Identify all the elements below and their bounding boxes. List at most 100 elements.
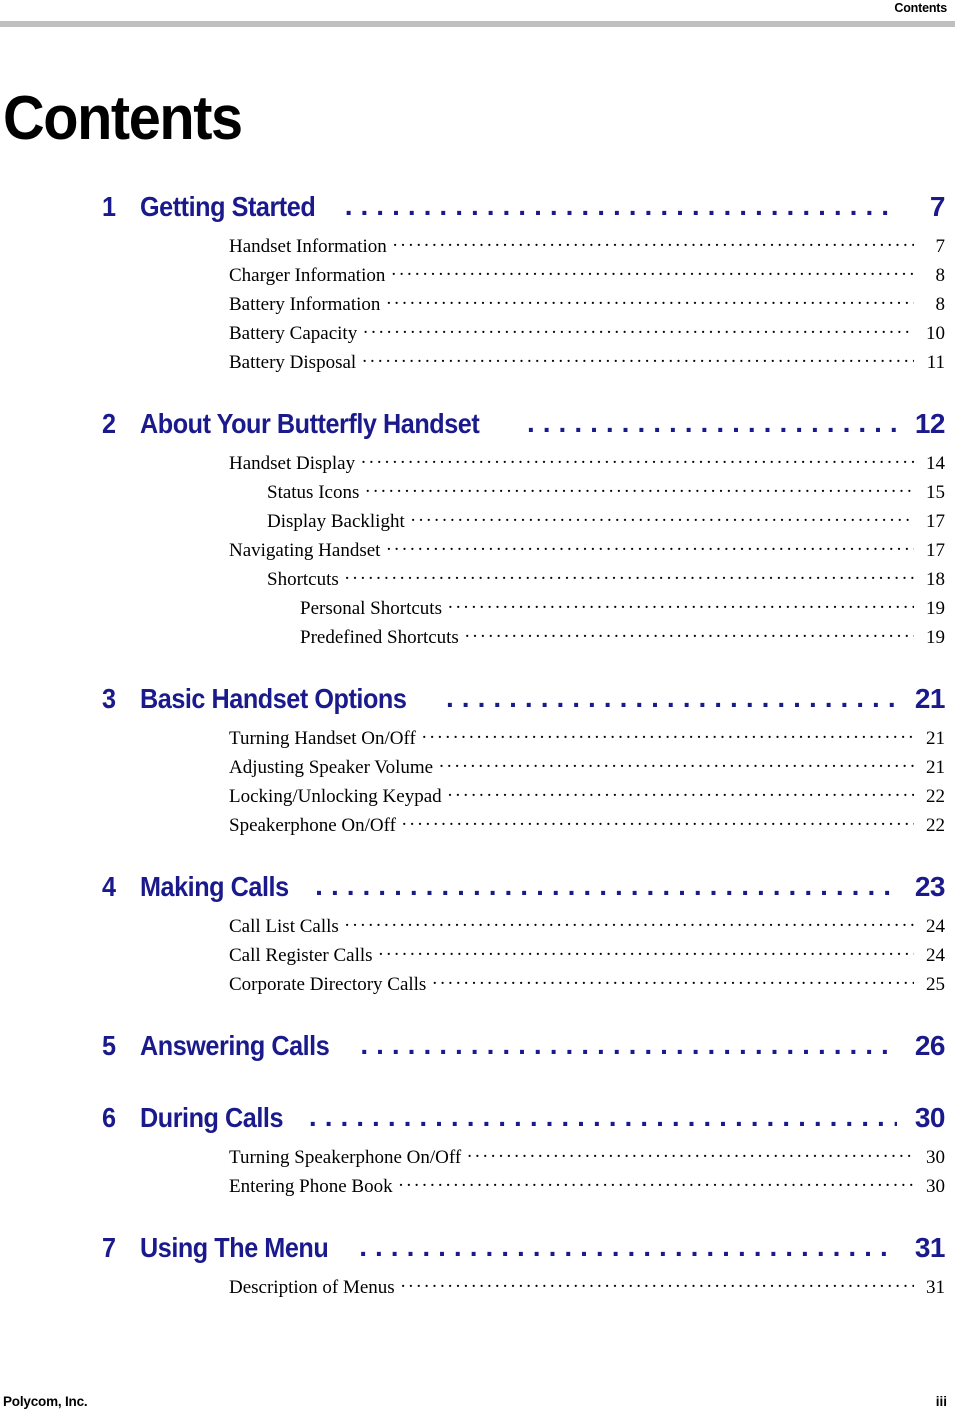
toc-chapter-title: During Calls xyxy=(140,1102,284,1133)
toc-entry-title: Call List Calls xyxy=(229,916,339,937)
toc-entry-row[interactable]: Handset Information 7 xyxy=(0,232,955,261)
toc-entry-title: Status Icons xyxy=(267,482,360,503)
page-title: Contents xyxy=(3,83,243,153)
toc-chapter-number: 7 xyxy=(102,1232,116,1263)
toc-chapter-row[interactable]: 2 About Your Butterfly Handset 12 xyxy=(0,407,955,449)
toc-entry-page-number: 24 xyxy=(926,916,945,937)
toc-entry-row[interactable]: Battery Capacity 10 xyxy=(0,319,955,348)
toc-chapter-block: 2 About Your Butterfly Handset 12 Handset D… xyxy=(0,377,955,652)
toc-chapter-leader-dots xyxy=(446,682,897,708)
toc-chapter-leader-dots xyxy=(345,190,897,216)
toc-entry-page-number: 22 xyxy=(926,786,945,807)
toc-entry-leader-dots xyxy=(386,290,914,310)
toc-entry-leader-dots xyxy=(448,782,914,802)
toc-entry-page-number: 15 xyxy=(926,482,945,503)
toc-chapter-row[interactable]: 5 Answering Calls 26 xyxy=(0,1029,955,1071)
toc-entry-row[interactable]: Battery Disposal 11 xyxy=(0,348,955,377)
toc-chapter-page-number: 30 xyxy=(914,1102,946,1133)
toc-chapter-leader-dots xyxy=(359,1231,897,1257)
toc-chapter-number: 4 xyxy=(102,871,116,902)
toc-entry-title: Personal Shortcuts xyxy=(300,598,442,619)
toc-chapter-title: Answering Calls xyxy=(140,1030,330,1061)
toc-entry-title: Battery Capacity xyxy=(229,323,358,344)
toc-entry-title: Entering Phone Book xyxy=(229,1176,393,1197)
toc-chapter-row[interactable]: 7 Using The Menu 31 xyxy=(0,1231,955,1273)
toc-entry-row[interactable]: Navigating Handset 17 xyxy=(0,536,955,565)
toc-entry-page-number: 8 xyxy=(935,265,946,286)
toc-entry-leader-dots xyxy=(402,811,914,831)
toc-entry-row[interactable]: Speakerphone On/Off 22 xyxy=(0,811,955,840)
toc-chapter-page-number: 23 xyxy=(914,871,946,902)
toc-chapter-page-number: 12 xyxy=(914,408,946,439)
toc-chapter-spacer xyxy=(0,1071,955,1101)
toc-entry-leader-dots xyxy=(391,261,914,281)
toc-entry-row[interactable]: Shortcuts 18 xyxy=(0,565,955,594)
toc-entry-page-number: 21 xyxy=(926,728,945,749)
toc-entry-page-number: 22 xyxy=(926,815,945,836)
toc-entry-page-number: 24 xyxy=(926,945,945,966)
toc-entry-title: Shortcuts xyxy=(267,569,339,590)
toc-entry-row[interactable]: Entering Phone Book 30 xyxy=(0,1172,955,1201)
toc-entry-row[interactable]: Battery Information 8 xyxy=(0,290,955,319)
toc-chapter-leader-dots xyxy=(527,407,897,433)
toc-entry-page-number: 17 xyxy=(926,540,945,561)
toc-entry-title: Handset Display xyxy=(229,453,356,474)
toc-entry-title: Display Backlight xyxy=(267,511,405,532)
toc-entry-leader-dots xyxy=(439,753,914,773)
toc-entry-page-number: 19 xyxy=(926,627,945,648)
page-footer: Polycom, Inc. iii xyxy=(0,1388,955,1410)
toc-entry-row[interactable]: Predefined Shortcuts 19 xyxy=(0,623,955,652)
toc-entry-page-number: 17 xyxy=(926,511,945,532)
toc-entry-leader-dots xyxy=(386,536,914,556)
toc-entry-title: Battery Disposal xyxy=(229,352,357,373)
toc-entry-leader-dots xyxy=(448,594,914,614)
footer-page-number: iii xyxy=(935,1394,947,1409)
toc-entry-page-number: 21 xyxy=(926,757,945,778)
toc-entry-page-number: 11 xyxy=(926,352,945,373)
toc-chapter-title: About Your Butterfly Handset xyxy=(140,408,480,439)
toc-chapter-block: 7 Using The Menu 31 Description of Menus 31 xyxy=(0,1201,955,1302)
running-header-title: Contents xyxy=(894,1,947,15)
toc-entry-leader-dots xyxy=(465,623,914,643)
toc-entry-row[interactable]: Corporate Directory Calls 25 xyxy=(0,970,955,999)
toc-entry-row[interactable]: Turning Speakerphone On/Off 30 xyxy=(0,1143,955,1172)
toc-entry-row[interactable]: Locking/Unlocking Keypad 22 xyxy=(0,782,955,811)
toc-entry-title: Speakerphone On/Off xyxy=(229,815,396,836)
toc-entry-leader-dots xyxy=(345,912,914,932)
toc-entry-row[interactable]: Turning Handset On/Off 21 xyxy=(0,724,955,753)
toc-chapter-spacer xyxy=(0,999,955,1029)
toc-chapter-block: 1 Getting Started 7 Handset Information 7 Cha… xyxy=(0,190,955,377)
toc-chapter-row[interactable]: 4 Making Calls 23 xyxy=(0,870,955,912)
toc-entry-row[interactable]: Personal Shortcuts 19 xyxy=(0,594,955,623)
toc-chapter-row[interactable]: 3 Basic Handset Options 21 xyxy=(0,682,955,724)
toc-chapter-row[interactable]: 6 During Calls 30 xyxy=(0,1101,955,1143)
toc-chapter-spacer xyxy=(0,840,955,870)
toc-entry-page-number: 18 xyxy=(926,569,945,590)
toc-chapter-number: 2 xyxy=(102,408,116,439)
toc-entry-leader-dots xyxy=(363,319,914,339)
toc-entry-row[interactable]: Display Backlight 17 xyxy=(0,507,955,536)
toc-entry-leader-dots xyxy=(399,1172,914,1192)
toc-chapter-title: Basic Handset Options xyxy=(140,683,407,714)
toc-entry-row[interactable]: Handset Display 14 xyxy=(0,449,955,478)
toc-chapter-spacer xyxy=(0,652,955,682)
toc-chapter-page-number: 21 xyxy=(914,683,946,714)
toc-chapter-number: 6 xyxy=(102,1102,116,1133)
toc-entry-leader-dots xyxy=(379,941,914,961)
toc-entry-row[interactable]: Status Icons 15 xyxy=(0,478,955,507)
toc-entry-row[interactable]: Call Register Calls 24 xyxy=(0,941,955,970)
toc-entry-title: Call Register Calls xyxy=(229,945,373,966)
toc-entry-row[interactable]: Charger Information 8 xyxy=(0,261,955,290)
toc-entry-leader-dots xyxy=(365,478,914,498)
toc-entry-row[interactable]: Adjusting Speaker Volume 21 xyxy=(0,753,955,782)
toc-chapter-block: 6 During Calls 30 Turning Speakerphone On/O… xyxy=(0,1071,955,1201)
toc-chapter-row[interactable]: 1 Getting Started 7 xyxy=(0,190,955,232)
header-divider-rule xyxy=(0,21,955,27)
toc-entry-row[interactable]: Description of Menus 31 xyxy=(0,1273,955,1302)
toc-chapter-number: 5 xyxy=(102,1030,116,1061)
toc-chapter-number: 3 xyxy=(102,683,116,714)
running-header: Contents xyxy=(0,0,955,20)
toc-entry-leader-dots xyxy=(362,348,914,368)
toc-entry-row[interactable]: Call List Calls 24 xyxy=(0,912,955,941)
toc-chapter-block: 5 Answering Calls 26 xyxy=(0,999,955,1071)
